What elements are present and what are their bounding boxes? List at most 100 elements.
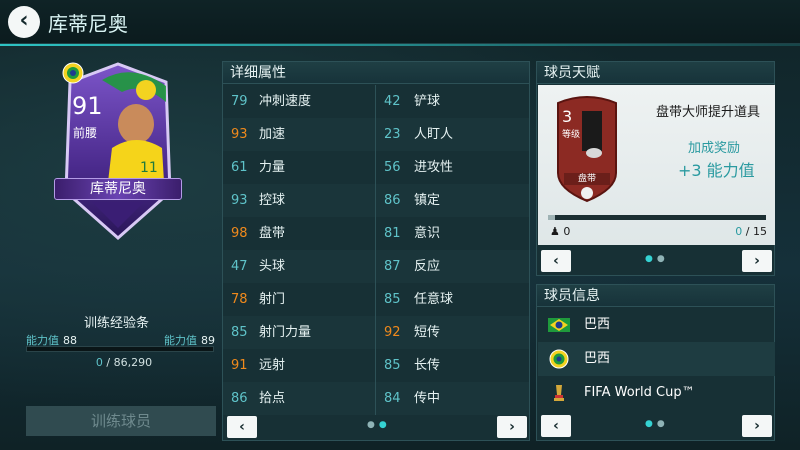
talent-owned: ♟ 0: [550, 225, 570, 238]
stat-name: 进攻性: [414, 160, 454, 175]
detailed-stats-panel: 详细属性 79 冲刺速度 42 铲球 93 加速 23 人盯人 61 力量 56 进攻性 93 控球 86 镇…: [222, 61, 530, 441]
stat-cell: 84 传中: [376, 382, 529, 415]
stats-next-button[interactable]: ›: [497, 416, 527, 438]
xp-text: 0 / 86,290: [14, 356, 234, 369]
stat-cell: 93 控球: [223, 184, 376, 217]
info-team-text: 巴西: [584, 351, 611, 366]
talent-title: 球员天赋: [537, 62, 774, 84]
stat-name: 远射: [259, 358, 286, 373]
stat-name: 射门力量: [259, 325, 312, 340]
stat-row: 47 头球 87 反应: [223, 250, 529, 283]
info-row-team[interactable]: 巴西: [538, 342, 775, 376]
card-name: 库蒂尼奥: [54, 178, 182, 200]
info-row-nation[interactable]: 巴西: [538, 308, 775, 342]
info-next-button[interactable]: ›: [742, 415, 772, 437]
stat-row: 79 冲刺速度 42 铲球: [223, 85, 529, 118]
stat-value: 47: [231, 259, 248, 274]
stat-cell: 85 长传: [376, 349, 529, 382]
stat-row: 85 射门力量 92 短传: [223, 316, 529, 349]
info-page-dots: ●●: [645, 419, 669, 429]
stat-row: 61 力量 56 进攻性: [223, 151, 529, 184]
stat-cell: 78 射门: [223, 283, 376, 316]
svg-text:11: 11: [140, 160, 158, 176]
stat-row: 78 射门 85 任意球: [223, 283, 529, 316]
talent-count: 0 / 15: [735, 225, 767, 238]
stat-row: 93 加速 23 人盯人: [223, 118, 529, 151]
stat-name: 短传: [414, 325, 441, 340]
stat-name: 意识: [414, 226, 441, 241]
player-card[interactable]: 11 91 前腰 库蒂尼奥: [54, 62, 182, 242]
stat-cell: 81 意识: [376, 217, 529, 250]
card-frame-icon: 11: [64, 62, 172, 241]
talent-badge-label: 盘带: [577, 174, 596, 184]
stat-value: 86: [231, 391, 248, 406]
stat-value: 85: [384, 358, 401, 373]
stat-value: 78: [231, 292, 248, 307]
stat-cell: 47 头球: [223, 250, 376, 283]
header-divider: [0, 44, 800, 46]
talent-owned-count: 0: [563, 225, 571, 238]
header-bar: ‹ 库蒂尼奥: [0, 0, 800, 44]
stat-cell: 23 人盯人: [376, 118, 529, 151]
back-button[interactable]: ‹: [8, 6, 40, 38]
xp-total: / 86,290: [106, 356, 153, 369]
player-card-panel: 11 91 前腰 库蒂尼奥 训练经验条 能力值 88 能力值 89 0 / 86,2…: [14, 56, 219, 441]
talent-count-total: / 15: [745, 225, 767, 238]
talent-reward-value: +3 能力值: [678, 161, 755, 180]
stat-row: 91 远射 85 长传: [223, 349, 529, 382]
stat-cell: 56 进攻性: [376, 151, 529, 184]
stats-prev-button[interactable]: ‹: [227, 416, 257, 438]
world-cup-icon: [554, 385, 564, 401]
brazil-badge-icon: [62, 62, 84, 84]
talent-page-dots: ●●: [645, 254, 669, 264]
stat-cell: 42 铲球: [376, 85, 529, 118]
stat-cell: 86 拾点: [223, 382, 376, 415]
talent-prev-button[interactable]: ‹: [541, 250, 571, 272]
stat-name: 长传: [414, 358, 441, 373]
stat-name: 盘带: [259, 226, 286, 241]
stat-cell: 86 镇定: [376, 184, 529, 217]
info-prev-button[interactable]: ‹: [541, 415, 571, 437]
stat-value: 85: [231, 325, 248, 340]
brazil-flag-icon: [548, 318, 570, 332]
stat-value: 86: [384, 193, 401, 208]
stat-cell: 85 任意球: [376, 283, 529, 316]
train-player-button[interactable]: 训练球员: [26, 406, 216, 436]
stat-name: 任意球: [414, 292, 454, 307]
info-nation-text: 巴西: [584, 317, 611, 332]
stat-value: 91: [231, 358, 248, 373]
user-icon: ♟: [550, 225, 560, 238]
stat-row: 98 盘带 81 意识: [223, 217, 529, 250]
talent-progress-fill: [548, 215, 555, 220]
talent-progress-bar: [548, 215, 766, 220]
stat-name: 头球: [259, 259, 286, 274]
stat-value: 56: [384, 160, 401, 175]
stat-value: 42: [384, 94, 401, 109]
stat-cell: 91 远射: [223, 349, 376, 382]
stat-cell: 79 冲刺速度: [223, 85, 376, 118]
stat-value: 92: [384, 325, 401, 340]
talent-name: 盘带大师提升道具: [656, 105, 761, 120]
stat-name: 力量: [259, 160, 286, 175]
card-rating: 91: [72, 92, 103, 120]
stat-cell: 93 加速: [223, 118, 376, 151]
info-title: 球员信息: [537, 285, 774, 307]
talent-content[interactable]: 3 等级 盘带 盘带大师提升道具 加成奖励 +3 能力值 ♟ 0 0 / 15: [538, 85, 775, 245]
talent-next-button[interactable]: ›: [742, 250, 772, 272]
talent-level-label: 等级: [562, 130, 581, 140]
stat-value: 79: [231, 94, 248, 109]
stat-value: 93: [231, 127, 248, 142]
info-row-league[interactable]: FIFA World Cup™: [538, 376, 775, 410]
stat-value: 81: [384, 226, 401, 241]
brazil-badge-icon: [549, 349, 569, 369]
stat-name: 射门: [259, 292, 286, 307]
stat-value: 23: [384, 127, 401, 142]
info-league-text: FIFA World Cup™: [584, 385, 695, 400]
stat-value: 98: [231, 226, 248, 241]
stat-row: 93 控球 86 镇定: [223, 184, 529, 217]
training-label: 训练经验条: [83, 316, 149, 331]
stat-name: 传中: [414, 391, 441, 406]
stat-cell: 61 力量: [223, 151, 376, 184]
stat-value: 87: [384, 259, 401, 274]
player-info-panel: 球员信息 巴西 巴西 FIFA World Cup™ ‹ ●● ›: [536, 284, 775, 441]
